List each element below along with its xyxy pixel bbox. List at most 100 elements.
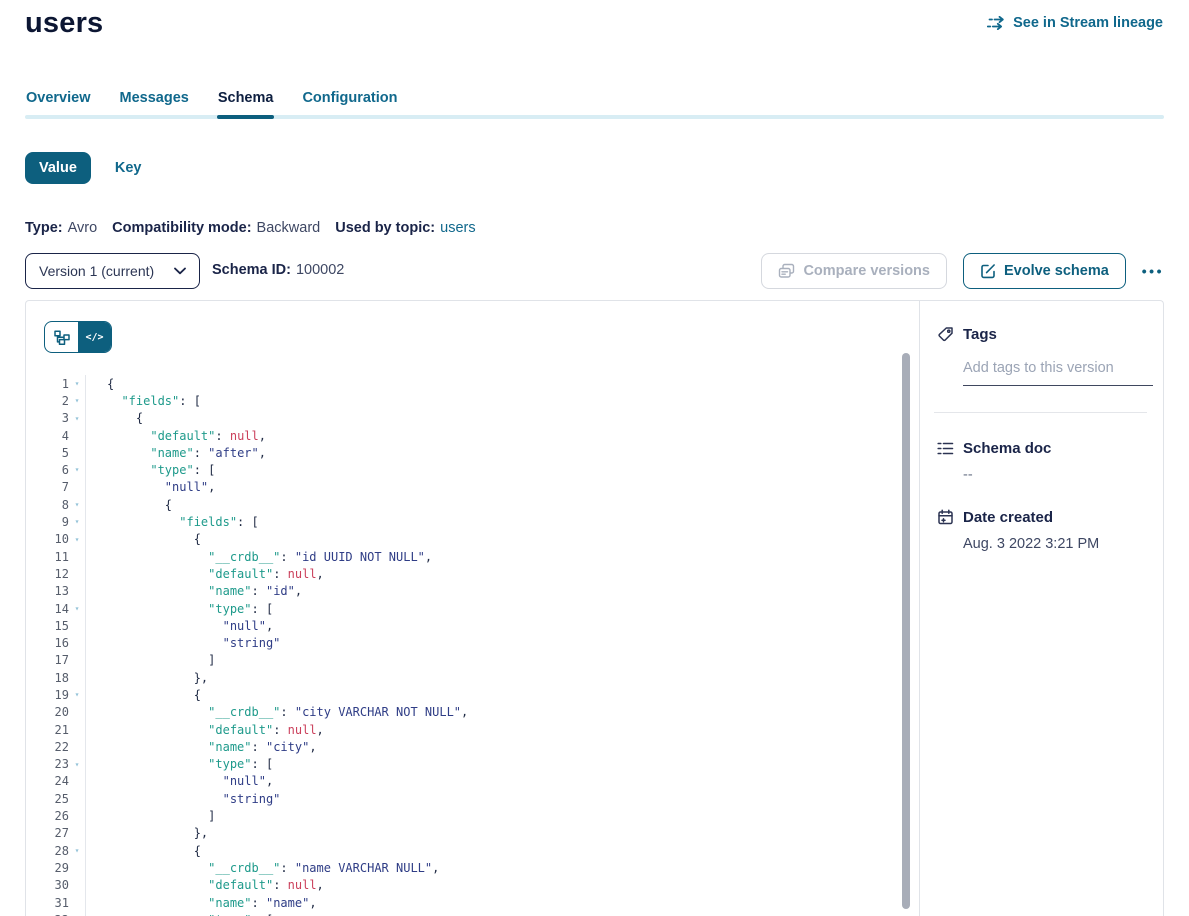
code-text: "fields": [ [86,515,259,529]
line-number: 29 [55,861,69,875]
code-text: "type": [ [86,757,273,771]
fold-arrow-icon[interactable]: ▾ [69,911,85,916]
line-gutter: 3▾ [26,410,86,427]
code-text: "type": [ [86,602,273,616]
code-line: 3▾ { [26,410,919,427]
code-line: 22 "name": "city", [26,738,919,755]
code-text: "type": [ [86,463,215,477]
code-line: 32▾ "type": [ [26,911,919,916]
line-number: 15 [55,619,69,633]
code-line: 16 "string" [26,634,919,651]
fold-arrow-icon[interactable]: ▾ [69,410,85,427]
schema-doc-heading-label: Schema doc [963,440,1051,457]
line-number: 26 [55,809,69,823]
line-number: 4 [62,429,69,443]
fold-arrow-icon[interactable]: ▾ [69,392,85,409]
line-number: 12 [55,567,69,581]
line-number: 22 [55,740,69,754]
key-toggle-link[interactable]: Key [115,160,142,176]
line-gutter: 7 [26,479,86,496]
code-editor-lines: 1▾{2▾ "fields": [3▾ {4 "default": null,5… [26,375,919,916]
used-by-topic-label: Used by topic: [335,220,435,236]
code-text: "name": "name", [86,896,317,910]
code-text: "__crdb__": "id UUID NOT NULL", [86,550,432,564]
code-view-button[interactable]: </> [78,322,111,352]
more-options-button[interactable]: ••• [1142,259,1164,283]
add-tags-input[interactable] [963,360,1153,386]
line-number: 20 [55,705,69,719]
code-line: 6▾ "type": [ [26,461,919,478]
line-gutter: 23▾ [26,756,86,773]
schema-code-editor: </> 1▾{2▾ "fields": [3▾ {4 "default": nu… [26,301,919,916]
sidebar-divider [934,412,1147,413]
code-line: 30 "default": null, [26,877,919,894]
tab-overview[interactable]: Overview [25,88,92,119]
line-number: 3 [62,411,69,425]
fold-arrow-icon[interactable]: ▾ [69,600,85,617]
line-gutter: 13 [26,583,86,600]
line-number: 23 [55,757,69,771]
topic-link[interactable]: users [440,220,475,236]
line-gutter: 18 [26,669,86,686]
tags-heading: Tags [937,326,1147,343]
compare-versions-label: Compare versions [803,263,930,279]
line-number: 19 [55,688,69,702]
fold-arrow-icon[interactable]: ▾ [69,531,85,548]
version-dropdown-value: Version 1 (current) [39,263,154,279]
code-line: 19▾ { [26,686,919,703]
line-gutter: 21 [26,721,86,738]
tab-messages[interactable]: Messages [119,88,190,119]
fold-arrow-icon[interactable]: ▾ [69,513,85,530]
code-line: 7 "null", [26,479,919,496]
schema-doc-heading: Schema doc [937,440,1147,457]
tree-view-button[interactable] [45,322,78,352]
line-gutter: 27 [26,825,86,842]
line-number: 30 [55,878,69,892]
fold-arrow-icon[interactable]: ▾ [69,496,85,513]
line-gutter: 6▾ [26,461,86,478]
line-number: 8 [62,498,69,512]
stream-lineage-link[interactable]: See in Stream lineage [987,15,1163,31]
code-line: 1▾{ [26,375,919,392]
line-number: 17 [55,653,69,667]
line-gutter: 20 [26,704,86,721]
line-number: 27 [55,826,69,840]
compare-versions-button[interactable]: Compare versions [761,253,947,289]
fold-arrow-icon[interactable]: ▾ [69,375,85,392]
schema-sidebar: Tags Schema doc -- [919,301,1163,916]
tab-configuration[interactable]: Configuration [301,88,398,119]
schema-doc-value: -- [963,467,1147,483]
line-number: 5 [62,446,69,460]
date-created-heading-label: Date created [963,509,1053,526]
editor-scrollbar[interactable] [902,353,910,909]
code-line: 5 "name": "after", [26,444,919,461]
fold-arrow-icon[interactable]: ▾ [69,461,85,478]
code-line: 2▾ "fields": [ [26,392,919,409]
chevron-down-icon [174,267,186,275]
schema-id-label: Schema ID: [212,262,291,278]
code-line: 14▾ "type": [ [26,600,919,617]
code-line: 13 "name": "id", [26,583,919,600]
code-line: 21 "default": null, [26,721,919,738]
code-text: { [86,688,201,702]
code-text: }, [86,826,208,840]
version-dropdown[interactable]: Version 1 (current) [25,253,200,289]
code-text: "null", [86,480,215,494]
fold-arrow-icon[interactable]: ▾ [69,756,85,773]
fold-arrow-icon[interactable]: ▾ [69,686,85,703]
evolve-schema-label: Evolve schema [1004,263,1109,279]
fold-arrow-icon[interactable]: ▾ [69,842,85,859]
code-line: 31 "name": "name", [26,894,919,911]
tab-schema[interactable]: Schema [217,88,275,119]
value-toggle-button[interactable]: Value [25,152,91,184]
line-gutter: 10▾ [26,531,86,548]
code-text: "name": "after", [86,446,266,460]
line-gutter: 2▾ [26,392,86,409]
line-number: 18 [55,671,69,685]
edit-icon [980,263,996,279]
line-gutter: 26 [26,807,86,824]
evolve-schema-button[interactable]: Evolve schema [963,253,1126,289]
line-number: 11 [55,550,69,564]
line-gutter: 9▾ [26,513,86,530]
date-created-value: Aug. 3 2022 3:21 PM [963,536,1147,552]
